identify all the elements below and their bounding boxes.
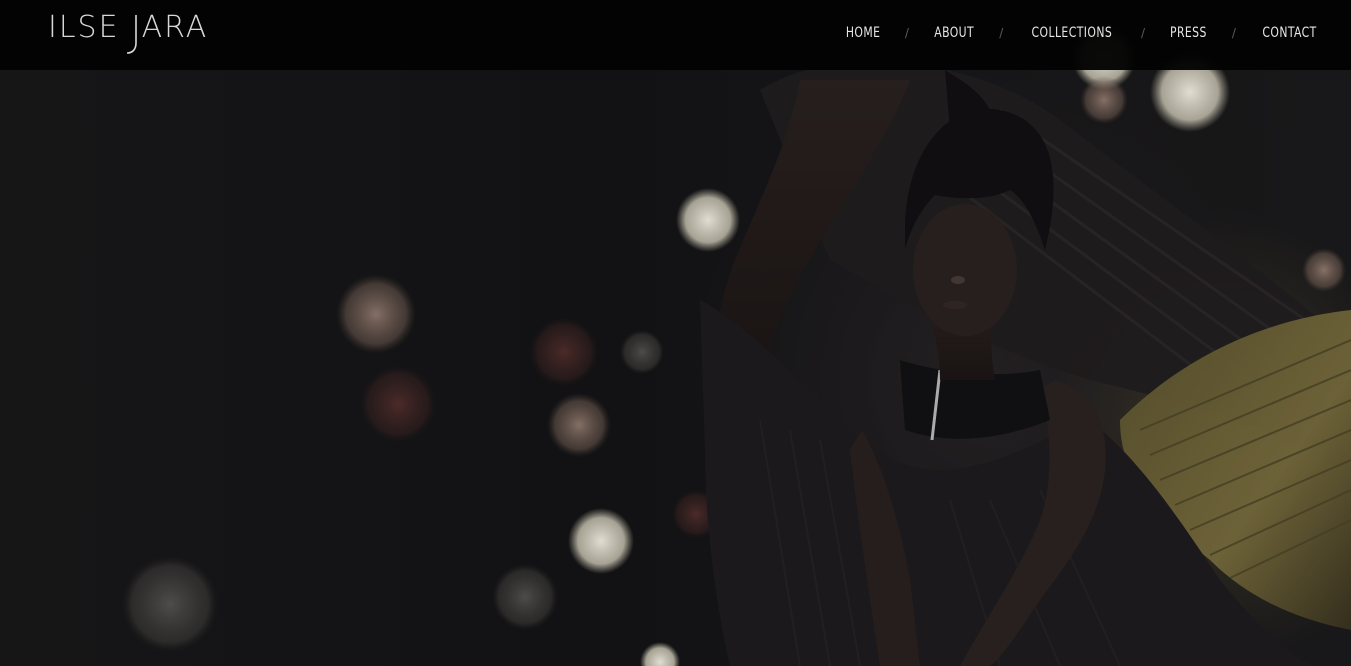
page: ILSE ARA HOME / ABOUT / COLLECTIONS / PR… — [0, 0, 1351, 666]
nav-item-contact[interactable]: CONTACT — [1262, 25, 1316, 41]
nav-separator: / — [1231, 26, 1236, 40]
nav-separator: / — [904, 26, 909, 40]
nav-separator: / — [999, 26, 1004, 40]
logo-j-mark — [126, 11, 140, 55]
nav-item-home[interactable]: HOME — [845, 25, 880, 41]
logo-text-left: ILSE — [48, 10, 120, 45]
nav-item-about[interactable]: ABOUT — [934, 25, 974, 41]
hero-photo-art — [0, 0, 1351, 666]
top-navigation-bar: ILSE ARA HOME / ABOUT / COLLECTIONS / PR… — [0, 0, 1351, 70]
nav-separator: / — [1141, 26, 1146, 40]
hero-image — [0, 0, 1351, 666]
logo-j-glyph — [126, 15, 137, 54]
nav-item-press[interactable]: PRESS — [1170, 25, 1207, 41]
site-logo[interactable]: ILSE ARA — [48, 11, 208, 55]
main-nav: HOME / ABOUT / COLLECTIONS / PRESS / CON… — [843, 22, 1321, 44]
logo-text-right: ARA — [141, 10, 209, 45]
nav-item-collections[interactable]: COLLECTIONS — [1032, 25, 1113, 41]
